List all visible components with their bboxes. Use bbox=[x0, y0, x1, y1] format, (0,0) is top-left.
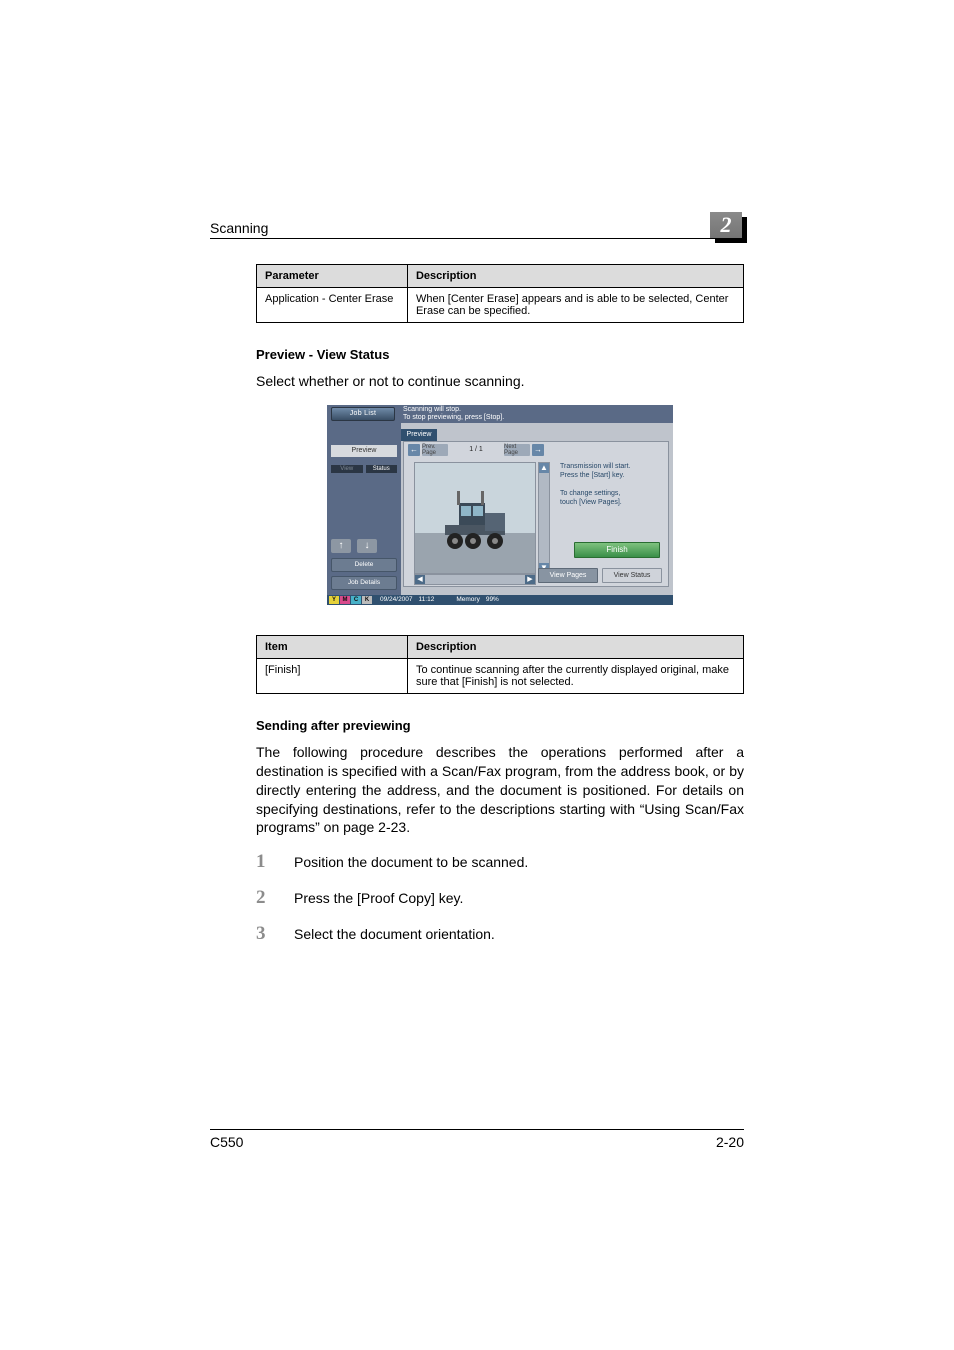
preview-image bbox=[414, 462, 536, 574]
heading-preview-viewstatus: Preview - View Status bbox=[256, 347, 744, 362]
page-indicator: 1 / 1 bbox=[450, 446, 502, 453]
toner-y-icon: Y bbox=[329, 596, 339, 604]
footer-model: C550 bbox=[210, 1134, 243, 1150]
step-2: 2 Press the [Proof Copy] key. bbox=[256, 887, 744, 909]
item-table: Item Description [Finish] To continue sc… bbox=[256, 635, 744, 694]
device-screenshot: Job List Scanning will stop. To stop pre… bbox=[327, 405, 673, 605]
running-title: Scanning bbox=[210, 220, 268, 236]
sidebar-view-btn[interactable]: View bbox=[331, 465, 363, 473]
sidebar-up-arrow[interactable]: ↑ bbox=[331, 539, 351, 553]
ss-topbar: Job List Scanning will stop. To stop pre… bbox=[327, 405, 673, 424]
memory-value: 99% bbox=[486, 596, 499, 603]
job-list-button[interactable]: Job List bbox=[331, 407, 395, 421]
msg2: Press the [Start] key. bbox=[560, 472, 624, 479]
pager-left-arrow[interactable]: ← bbox=[408, 444, 420, 456]
page-content: Parameter Description Application - Cent… bbox=[256, 258, 744, 959]
item-name: [Finish] bbox=[257, 658, 408, 693]
next-page-button[interactable]: Next Page bbox=[504, 444, 530, 456]
vertical-scrollbar[interactable]: ▲ ▼ bbox=[538, 462, 550, 574]
step-text: Position the document to be scanned. bbox=[294, 854, 528, 870]
prev-page-button[interactable]: Prev. Page bbox=[422, 444, 448, 456]
sidebar-down-arrow[interactable]: ↓ bbox=[357, 539, 377, 553]
status-bar: Y M C K 09/24/2007 11:12 Memory 99% bbox=[327, 595, 673, 605]
finish-button[interactable]: Finish bbox=[574, 542, 660, 558]
hscroll-right-icon[interactable]: ▶ bbox=[525, 575, 535, 584]
view-pages-button[interactable]: View Pages bbox=[538, 568, 598, 583]
status-date: 09/24/2007 bbox=[380, 596, 413, 603]
step-1: 1 Position the document to be scanned. bbox=[256, 851, 744, 873]
memory-label: Memory bbox=[456, 596, 479, 603]
instruction-text: Transmission will start. Press the [Star… bbox=[560, 462, 664, 507]
status-time: 11:12 bbox=[419, 596, 435, 603]
sidebar-jobdetails-button[interactable]: Job Details bbox=[331, 576, 397, 590]
msg1: Transmission will start. bbox=[560, 463, 631, 470]
toner-k-icon: K bbox=[362, 596, 372, 604]
hscroll-left-icon[interactable]: ◀ bbox=[415, 575, 425, 584]
param-name: Application - Center Erase bbox=[257, 288, 408, 323]
para-preview-viewstatus: Select whether or not to continue scanni… bbox=[256, 372, 744, 391]
preview-panel: ← Prev. Page 1 / 1 Next Page → bbox=[403, 441, 669, 587]
page-footer: C550 2-20 bbox=[210, 1129, 744, 1150]
toner-m-icon: M bbox=[340, 596, 350, 604]
step-text: Select the document orientation. bbox=[294, 926, 495, 942]
chapter-badge: 2 bbox=[710, 212, 744, 240]
step-3: 3 Select the document orientation. bbox=[256, 923, 744, 945]
steps-list: 1 Position the document to be scanned. 2… bbox=[256, 851, 744, 945]
ss-main: Preview ← Prev. Page 1 / 1 Next Page → bbox=[401, 423, 673, 595]
truck-icon bbox=[415, 463, 535, 573]
horizontal-scrollbar[interactable]: ◀ ▶ bbox=[414, 574, 536, 585]
ss-sidebar: Preview View Status ↑ ↓ Delete Job Detai… bbox=[327, 423, 401, 595]
top-msg-1: Scanning will stop. bbox=[403, 406, 461, 413]
running-header: Scanning 2 bbox=[210, 210, 744, 239]
msg4: touch [View Pages]. bbox=[560, 499, 622, 506]
pager: ← Prev. Page 1 / 1 Next Page → bbox=[408, 444, 544, 456]
col-parameter: Parameter bbox=[257, 265, 408, 288]
param-table: Parameter Description Application - Cent… bbox=[256, 264, 744, 323]
col-item: Item bbox=[257, 635, 408, 658]
heading-sending-after-previewing: Sending after previewing bbox=[256, 718, 744, 733]
vscroll-up-icon[interactable]: ▲ bbox=[539, 463, 549, 473]
para-sending: The following procedure describes the op… bbox=[256, 743, 744, 837]
toner-c-icon: C bbox=[351, 596, 361, 604]
table-row: Application - Center Erase When [Center … bbox=[257, 288, 744, 323]
table-row: [Finish] To continue scanning after the … bbox=[257, 658, 744, 693]
msg3: To change settings, bbox=[560, 490, 620, 497]
sidebar-preview-tab[interactable]: Preview bbox=[331, 445, 397, 457]
step-number: 2 bbox=[256, 887, 294, 909]
pager-right-arrow[interactable]: → bbox=[532, 444, 544, 456]
toner-indicator: Y M C K bbox=[329, 596, 372, 604]
top-msg-2: To stop previewing, press [Stop]. bbox=[403, 414, 504, 421]
step-number: 3 bbox=[256, 923, 294, 945]
chapter-number: 2 bbox=[710, 212, 742, 238]
sidebar-status-btn[interactable]: Status bbox=[366, 465, 398, 473]
screenshot-container: Job List Scanning will stop. To stop pre… bbox=[256, 405, 744, 605]
sidebar-delete-button[interactable]: Delete bbox=[331, 558, 397, 572]
col-description: Description bbox=[407, 635, 743, 658]
param-desc: When [Center Erase] appears and is able … bbox=[407, 288, 743, 323]
top-message: Scanning will stop. To stop previewing, … bbox=[403, 406, 504, 422]
col-description: Description bbox=[407, 265, 743, 288]
preview-tab-label: Preview bbox=[401, 429, 437, 441]
item-desc: To continue scanning after the currently… bbox=[407, 658, 743, 693]
step-text: Press the [Proof Copy] key. bbox=[294, 890, 463, 906]
step-number: 1 bbox=[256, 851, 294, 873]
view-status-button[interactable]: View Status bbox=[602, 568, 662, 583]
footer-page: 2-20 bbox=[716, 1134, 744, 1150]
